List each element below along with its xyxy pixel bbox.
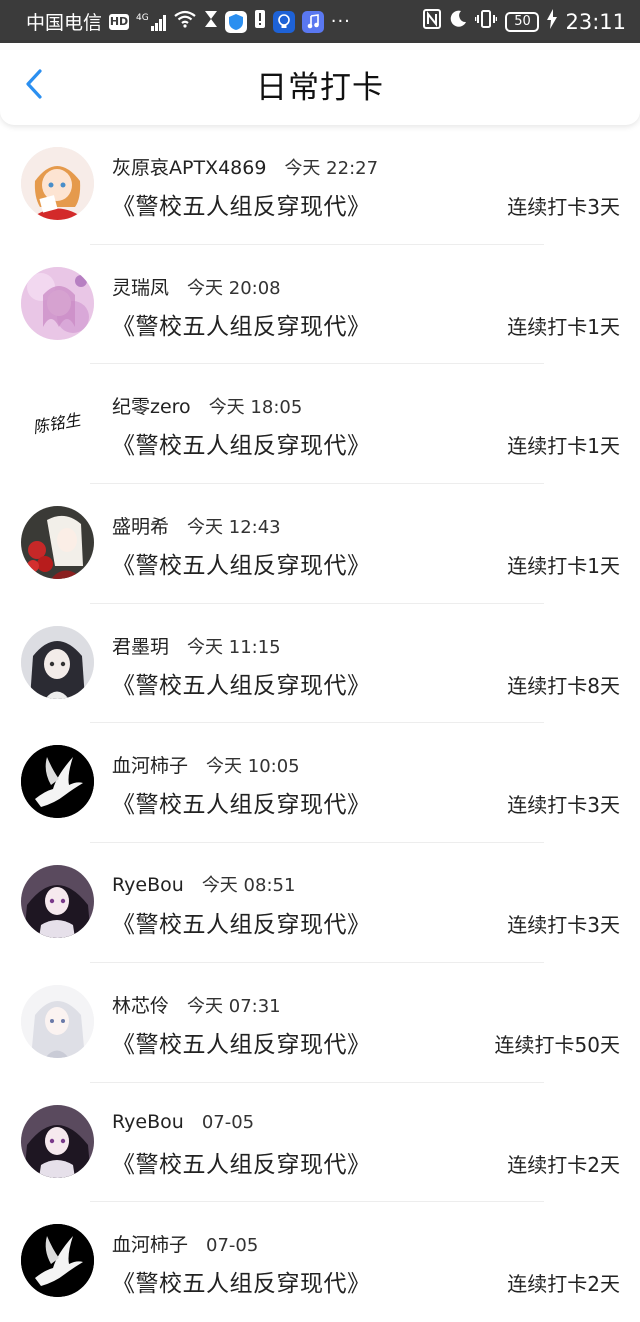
book-title[interactable]: 《警校五人组反穿现代》 bbox=[112, 666, 371, 700]
user-name[interactable]: 林芯伶 bbox=[112, 995, 169, 1017]
user-name[interactable]: 君墨玥 bbox=[112, 636, 169, 658]
network-type-label: 4G bbox=[136, 12, 149, 23]
user-info: 君墨玥 今天 11:15 bbox=[112, 632, 281, 659]
dark-anime-girl-avatar[interactable] bbox=[21, 1104, 94, 1178]
hd-icon: HD bbox=[109, 13, 130, 30]
book-title[interactable]: 《警校五人组反穿现代》 bbox=[112, 1145, 371, 1179]
list-item[interactable]: 陈铭生 纪零zero 今天 18:05 《警校五人组反穿现代》 连续打卡1天 bbox=[0, 364, 640, 485]
moon-icon bbox=[449, 10, 467, 33]
page-title: 日常打卡 bbox=[256, 69, 384, 106]
book-title[interactable]: 《警校五人组反穿现代》 bbox=[112, 1264, 371, 1298]
user-name[interactable]: 灰原哀APTX4869 bbox=[112, 157, 266, 179]
book-title[interactable]: 《警校五人组反穿现代》 bbox=[112, 187, 371, 221]
checkin-time: 今天 11:15 bbox=[187, 636, 281, 658]
alert-icon bbox=[254, 9, 266, 34]
user-info: 灵瑞凤 今天 20:08 bbox=[112, 273, 281, 300]
book-title[interactable]: 《警校五人组反穿现代》 bbox=[112, 905, 371, 939]
user-name[interactable]: 盛明希 bbox=[112, 516, 169, 538]
streak-count: 连续打卡1天 bbox=[507, 314, 620, 339]
list-item[interactable]: 血河柿子 今天 10:05 《警校五人组反穿现代》 连续打卡3天 bbox=[0, 723, 640, 844]
streak-count: 连续打卡8天 bbox=[507, 673, 620, 698]
streak-count: 连续打卡2天 bbox=[507, 1272, 620, 1297]
list-item[interactable]: 血河柿子 07-05 《警校五人组反穿现代》 连续打卡2天 bbox=[0, 1202, 640, 1322]
hourglass-icon bbox=[204, 10, 218, 33]
checkin-list: 灰原哀APTX4869 今天 22:27 《警校五人组反穿现代》 连续打卡3天 灵… bbox=[0, 125, 640, 1322]
checkin-time: 07-05 bbox=[201, 1111, 255, 1133]
list-item[interactable]: RyeBou 07-05 《警校五人组反穿现代》 连续打卡2天 bbox=[0, 1083, 640, 1203]
streak-count: 连续打卡3天 bbox=[507, 195, 620, 219]
white-hair-girl-avatar[interactable] bbox=[21, 984, 94, 1058]
book-title[interactable]: 《警校五人组反穿现代》 bbox=[112, 785, 371, 819]
list-item[interactable]: 灰原哀APTX4869 今天 22:27 《警校五人组反穿现代》 连续打卡3天 bbox=[0, 125, 640, 245]
checkin-time: 07-05 bbox=[206, 1235, 259, 1257]
white-dove-avatar[interactable] bbox=[21, 1224, 94, 1298]
book-title[interactable]: 《警校五人组反穿现代》 bbox=[112, 1025, 371, 1059]
streak-count: 连续打卡3天 bbox=[507, 913, 620, 938]
checkin-time: 今天 12:43 bbox=[187, 517, 281, 539]
book-title[interactable]: 《警校五人组反穿现代》 bbox=[112, 307, 371, 341]
dark-anime-girl-avatar[interactable] bbox=[21, 865, 94, 939]
checkin-time: 今天 07:31 bbox=[187, 995, 281, 1017]
list-item[interactable]: 林芯伶 今天 07:31 《警校五人组反穿现代》 连续打卡50天 bbox=[0, 963, 640, 1083]
streak-count: 连续打卡3天 bbox=[507, 793, 620, 818]
user-info: RyeBou 07-05 bbox=[112, 1111, 254, 1133]
list-item[interactable]: 君墨玥 今天 11:15 《警校五人组反穿现代》 连续打卡8天 bbox=[0, 604, 640, 724]
user-info: RyeBou 今天 08:51 bbox=[112, 871, 295, 897]
anime-girl-dark-hair-avatar[interactable] bbox=[21, 625, 94, 699]
streak-count: 连续打卡1天 bbox=[507, 554, 620, 579]
chevron-left-icon bbox=[26, 69, 42, 99]
user-info: 血河柿子 今天 10:05 bbox=[112, 751, 300, 778]
user-info: 血河柿子 07-05 bbox=[112, 1230, 258, 1257]
user-name[interactable]: 血河柿子 bbox=[112, 1234, 188, 1256]
user-info: 灰原哀APTX4869 今天 22:27 bbox=[112, 153, 378, 180]
status-bar: 中国电信 HD 4G ··· 50 23:11 bbox=[0, 0, 640, 43]
carrier-label: 中国电信 bbox=[26, 12, 103, 34]
shield-app-icon bbox=[224, 10, 247, 33]
white-dove-avatar[interactable] bbox=[21, 745, 94, 819]
battery-level: 50 bbox=[514, 14, 531, 29]
user-name[interactable]: 灵瑞凤 bbox=[112, 277, 169, 299]
list-item[interactable]: RyeBou 今天 08:51 《警校五人组反穿现代》 连续打卡3天 bbox=[0, 843, 640, 963]
book-title[interactable]: 《警校五人组反穿现代》 bbox=[112, 426, 371, 460]
list-item[interactable]: 灵瑞凤 今天 20:08 《警校五人组反穿现代》 连续打卡1天 bbox=[0, 245, 640, 365]
wifi-icon bbox=[173, 10, 197, 33]
anime-girl-roses-avatar[interactable] bbox=[21, 506, 94, 580]
user-name[interactable]: 纪零zero bbox=[112, 396, 191, 418]
book-title[interactable]: 《警校五人组反穿现代》 bbox=[112, 546, 371, 580]
streak-count: 连续打卡1天 bbox=[507, 434, 620, 459]
more-icon: ··· bbox=[330, 11, 351, 32]
user-name[interactable]: RyeBou bbox=[112, 874, 184, 896]
checkin-time: 今天 10:05 bbox=[206, 756, 300, 778]
user-info: 纪零zero 今天 18:05 bbox=[112, 392, 302, 419]
signal-icon: 4G bbox=[136, 13, 166, 31]
calligraphy-avatar[interactable]: 陈铭生 bbox=[21, 386, 94, 460]
battery-icon: 50 bbox=[505, 11, 540, 32]
nfc-icon bbox=[423, 9, 442, 34]
vibrate-icon bbox=[475, 9, 498, 34]
checkin-time: 今天 08:51 bbox=[201, 875, 296, 897]
music-app-icon bbox=[301, 10, 324, 33]
page-header: 日常打卡 bbox=[0, 43, 640, 125]
user-info: 盛明希 今天 12:43 bbox=[112, 512, 281, 539]
streak-count: 连续打卡2天 bbox=[507, 1152, 620, 1177]
pink-anime-avatar[interactable] bbox=[21, 266, 94, 340]
bulb-app-icon bbox=[272, 10, 295, 33]
user-info: 林芯伶 今天 07:31 bbox=[112, 991, 281, 1018]
checkin-time: 今天 20:08 bbox=[187, 277, 281, 299]
charging-icon bbox=[547, 9, 558, 34]
clock: 23:11 bbox=[565, 9, 626, 34]
checkin-time: 今天 22:27 bbox=[284, 158, 379, 179]
user-name[interactable]: RyeBou bbox=[112, 1111, 184, 1133]
streak-count: 连续打卡50天 bbox=[494, 1032, 620, 1057]
user-name[interactable]: 血河柿子 bbox=[112, 755, 188, 777]
anime-girl-red-avatar[interactable] bbox=[21, 147, 94, 220]
back-button[interactable] bbox=[20, 67, 50, 101]
checkin-time: 今天 18:05 bbox=[208, 397, 303, 419]
list-item[interactable]: 盛明希 今天 12:43 《警校五人组反穿现代》 连续打卡1天 bbox=[0, 484, 640, 604]
